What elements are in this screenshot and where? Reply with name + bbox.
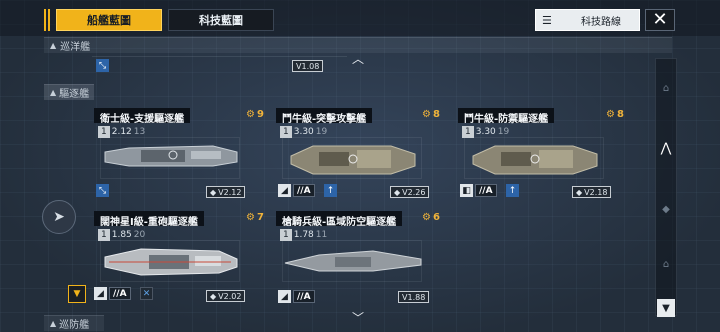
version-tag: ◆ V2.02 — [206, 290, 246, 302]
white-icon: ◢ — [278, 290, 291, 303]
ship-card[interactable]: 鬥牛級-防禦驅逐艦 ⚙ 8 1 3.30 19 ◧ //A ↑ ◆ V2.18 — [458, 108, 624, 198]
white-icon: ◧ — [460, 184, 473, 197]
frigate-rail-icon[interactable]: ◆ — [656, 204, 676, 215]
top-bar-ticks — [44, 9, 52, 31]
blueprint-count: ⚙ 8 — [606, 109, 624, 120]
diamond-icon: ◆ — [210, 187, 217, 197]
ship-image — [464, 137, 604, 179]
list-icon: ☰ — [542, 13, 552, 27]
section-frigate-label: 巡防艦 — [59, 320, 90, 331]
tab-tech-blueprints[interactable]: 科技藍圖 — [168, 9, 274, 31]
ship-image — [100, 240, 240, 282]
diamond-icon: ◆ — [394, 187, 401, 197]
version-tag: V1.08 — [292, 60, 324, 72]
emblem-icon: ▼ — [68, 285, 86, 303]
scroll-down-icon[interactable]: ﹀ — [352, 309, 364, 326]
blueprint-icon: ⚙ — [422, 212, 431, 223]
ship-image — [282, 137, 422, 179]
send-icon: ➤ — [53, 209, 65, 225]
close-button[interactable]: ✕ — [645, 9, 675, 31]
tech-roadmap-label: 科技路線 — [581, 16, 621, 28]
blue-icon: ↑ — [324, 184, 337, 197]
cruiser-rail-icon[interactable]: ⌂ — [656, 83, 676, 94]
ship-title: 闊神星I級-重砲驅逐艦 — [94, 211, 204, 228]
rank-badge: //A — [475, 184, 497, 197]
blue-icon: ⤡ — [96, 184, 109, 197]
version-tag: ◆ V2.18 — [572, 186, 612, 198]
tab-ship-blueprints[interactable]: 船艦藍圖 — [56, 9, 162, 31]
cruiser-partial-row: ⤡ V1.08 — [92, 56, 347, 72]
rank-badge: //A — [109, 287, 131, 300]
tech-roadmap-button[interactable]: ☰ 科技路線 — [535, 9, 640, 31]
section-frigate[interactable]: ▲ 巡防艦 — [44, 315, 104, 331]
destroyer-rail-icon[interactable]: ⋀ — [656, 141, 676, 156]
blueprint-count: ⚙ 8 — [422, 109, 440, 120]
ship-title: 槍騎兵級-區域防空驅逐艦 — [276, 211, 403, 228]
close-icon: ✕ — [652, 9, 668, 30]
blue-icon: ⤡ — [96, 59, 109, 72]
section-cruiser-label: 巡洋艦 — [60, 42, 91, 53]
category-rail: ⌂ ⋀ ◆ ⌂ — [655, 58, 677, 316]
blueprint-count: ⚙ 6 — [422, 212, 440, 223]
triangle-icon: ▲ — [50, 319, 57, 328]
white-icon: ◢ — [94, 287, 107, 300]
version-tag: V1.88 — [398, 291, 430, 303]
navigate-button[interactable]: ➤ — [42, 200, 76, 234]
blueprint-icon: ⚙ — [246, 212, 255, 223]
version-tag: ◆ V2.26 — [390, 186, 430, 198]
blueprint-icon: ⚙ — [606, 109, 615, 120]
diamond-icon: ◆ — [210, 291, 217, 301]
ship-silhouette — [290, 145, 416, 175]
cross-icon: ✕ — [140, 287, 153, 300]
ship-silhouette — [472, 145, 598, 175]
ship-silhouette — [284, 250, 422, 272]
white-icon: ◢ — [278, 184, 291, 197]
scroll-up-icon[interactable]: ︿ — [352, 50, 364, 67]
blueprint-icon: ⚙ — [422, 109, 431, 120]
rank-badge: //A — [293, 184, 315, 197]
ship-silhouette — [104, 248, 238, 276]
card-4-icons: ▼ ◢ //A ✕ — [68, 285, 158, 303]
diamond-icon: ◆ — [576, 187, 583, 197]
ship-card[interactable]: 槍騎兵級-區域防空驅逐艦 ⚙ 6 1 1.78 11 ◢ //A V1.88 — [276, 211, 440, 303]
carrier-rail-icon[interactable]: ⌂ — [656, 259, 676, 270]
filter-button[interactable]: ▼ — [657, 299, 675, 317]
section-destroyer-label: 驅逐艦 — [59, 89, 90, 100]
ship-card[interactable]: 衛士級-支援驅逐艦 ⚙ 9 1 2.12 13 ⤡ ◆ V2.12 — [94, 108, 264, 198]
blueprint-count: ⚙ 7 — [246, 212, 264, 223]
ship-card[interactable]: 鬥牛級-突擊攻擊艦 ⚙ 8 1 3.30 19 ◢ //A ↑ ◆ V2.26 — [276, 108, 440, 198]
section-destroyer[interactable]: ▲ 驅逐艦 — [44, 84, 94, 100]
ship-title: 鬥牛級-防禦驅逐艦 — [458, 108, 555, 125]
ship-title: 鬥牛級-突擊攻擊艦 — [276, 108, 373, 125]
ship-image — [282, 240, 422, 282]
version-tag: ◆ V2.12 — [206, 186, 246, 198]
triangle-icon: ▲ — [50, 41, 57, 50]
blueprint-count: ⚙ 9 — [246, 109, 264, 120]
rank-badge: //A — [293, 290, 315, 303]
filter-icon: ▼ — [662, 302, 670, 314]
ship-image — [100, 137, 240, 179]
ship-card[interactable]: 闊神星I級-重砲驅逐艦 ⚙ 7 1 1.85 20 ◆ V2.02 — [94, 211, 264, 302]
blueprint-icon: ⚙ — [246, 109, 255, 120]
ship-silhouette — [104, 145, 238, 167]
triangle-icon: ▲ — [50, 88, 57, 97]
blue-icon: ↑ — [506, 184, 519, 197]
ship-title: 衛士級-支援驅逐艦 — [94, 108, 191, 125]
